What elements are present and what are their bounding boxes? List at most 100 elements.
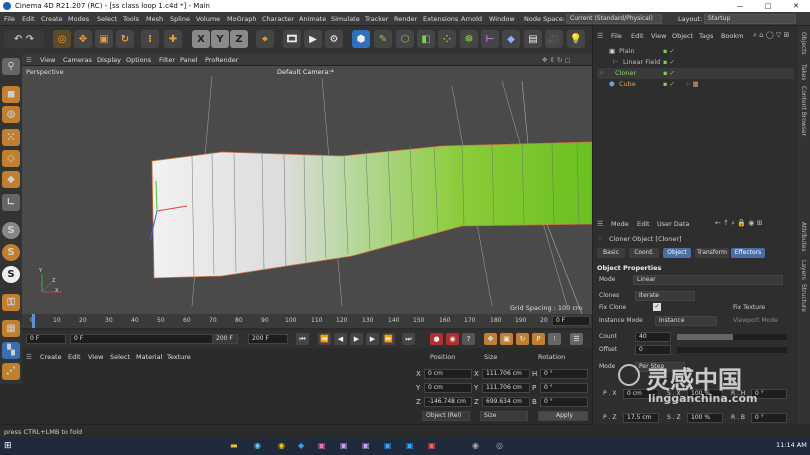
objmgr-menu-bookmarks[interactable]: Bookm — [721, 32, 744, 40]
next-key-icon[interactable]: ⏩ — [382, 333, 395, 345]
material-manager[interactable]: ☰ Create Edit View Select Material Textu… — [22, 349, 412, 423]
scene-icon[interactable]: ◆ — [502, 30, 520, 48]
texture-mode-icon[interactable]: ◍ — [2, 106, 20, 123]
object-manager[interactable]: ☰ File Edit View Object Tags Bookm ⌕ ⌂ ◯… — [592, 26, 798, 216]
clones-dropdown[interactable]: Iterate — [635, 291, 695, 301]
object-name[interactable]: Cube — [619, 79, 636, 90]
scale-tool-icon[interactable]: ▣ — [95, 30, 113, 48]
start-frame-field[interactable]: 0 F — [26, 334, 66, 344]
viewport-menu-filter[interactable]: Filter — [159, 56, 175, 64]
close-button[interactable]: ✕ — [782, 0, 810, 12]
menu-extensions[interactable]: Extensions — [423, 15, 458, 23]
object-name[interactable]: Plain — [619, 46, 635, 57]
app-icon[interactable]: ▣ — [428, 441, 436, 450]
menu-mesh[interactable]: Mesh — [146, 15, 163, 23]
instance-mode-dropdown[interactable]: Instance — [655, 316, 717, 326]
end-frame-field-2[interactable]: 200 F — [248, 334, 288, 344]
make-editable-icon[interactable]: ⚲ — [2, 58, 20, 75]
attr-nav-icons[interactable]: ← ↑ ⌕ 🔒 ◉ ⊞ — [715, 219, 762, 228]
menu-volume[interactable]: Volume — [196, 15, 220, 23]
material-menu-create[interactable]: Create — [40, 353, 62, 361]
grid-icon[interactable]: ▦ — [2, 320, 20, 337]
count-slider[interactable] — [677, 334, 787, 340]
menu-spline[interactable]: Spline — [170, 15, 190, 23]
render-region-icon[interactable]: 🎞 — [283, 30, 301, 48]
object-row-linear-field[interactable]: ⊢ Linear Field ▪ ✓ — [597, 57, 794, 68]
current-frame-field[interactable]: 0 F — [552, 316, 590, 326]
viewport-menu-panel[interactable]: Panel — [180, 56, 198, 64]
axis-mode-icon[interactable]: ∟ — [2, 194, 20, 211]
live-select-icon[interactable]: ◎ — [53, 30, 71, 48]
vscode-icon[interactable]: ◆ — [298, 441, 304, 450]
viewport-menu-view[interactable]: View — [40, 56, 55, 64]
cube-object-icon[interactable]: ⬢ — [352, 30, 370, 48]
offset-field[interactable]: 0 — [635, 345, 671, 355]
locked-workplane-icon[interactable]: ▚ — [2, 342, 20, 359]
tab-transform[interactable]: Transform — [695, 248, 729, 258]
rotation-b-field[interactable]: 0 ° — [540, 397, 588, 407]
viewport-menu-options[interactable]: Options — [126, 56, 151, 64]
tab-objects[interactable]: Objects — [800, 32, 807, 55]
render-settings-icon[interactable]: ⚙ — [325, 30, 343, 48]
playhead[interactable] — [32, 314, 35, 328]
visibility-icon[interactable]: ▪ ✓ — [663, 68, 675, 79]
misc-tool-icon[interactable]: ⋰ — [2, 363, 20, 380]
size-x-field[interactable]: 111.706 cm — [482, 369, 530, 379]
size-mode-dropdown[interactable]: Size — [480, 411, 528, 421]
tab-basic[interactable]: Basic — [597, 248, 625, 258]
position-x-field[interactable]: 0 cm — [424, 369, 472, 379]
field-icon[interactable]: ⊢ — [481, 30, 499, 48]
add-tool-icon[interactable]: ✚ — [164, 30, 182, 48]
goto-start-icon[interactable]: ⏮ — [296, 333, 309, 345]
timeline-ruler[interactable]: 0 10 20 30 40 50 60 70 80 90 100 110 120… — [22, 314, 592, 328]
y-axis-lock-icon[interactable]: Y — [211, 30, 229, 48]
objmgr-menu-tags[interactable]: Tags — [699, 32, 713, 40]
edges-mode-icon[interactable]: ◇ — [2, 150, 20, 167]
media-icon[interactable]: ◎ — [496, 441, 503, 450]
photoshop-icon[interactable]: ▣ — [384, 441, 392, 450]
step-mode-dropdown[interactable]: Per Step — [635, 362, 685, 372]
count-field[interactable]: 40 — [635, 332, 671, 342]
play-icon[interactable]: ▶ — [350, 333, 363, 345]
floor-icon[interactable]: ▤ — [524, 30, 542, 48]
menu-mograph[interactable]: MoGraph — [227, 15, 257, 23]
prev-key-icon[interactable]: ⏪ — [318, 333, 331, 345]
key-scale-icon[interactable]: ▣ — [500, 333, 513, 345]
px-field[interactable]: 0 cm — [623, 389, 659, 399]
attr-menu-edit[interactable]: Edit — [637, 220, 650, 228]
material-menu-select[interactable]: Select — [110, 353, 130, 361]
move-tool-icon[interactable]: ✥ — [74, 30, 92, 48]
attr-menu-mode[interactable]: Mode — [611, 220, 629, 228]
objmgr-menu-file[interactable]: File — [611, 32, 622, 40]
coord-mode-dropdown[interactable]: Object (Rel) — [422, 411, 470, 421]
tab-coord[interactable]: Coord. — [629, 248, 659, 258]
rotation-h-field[interactable]: 0 ° — [540, 369, 588, 379]
sz-field[interactable]: 100 % — [687, 413, 723, 423]
key-rotation-icon[interactable]: ↻ — [516, 333, 529, 345]
key-param-icon[interactable]: P — [532, 333, 545, 345]
menu-tracker[interactable]: Tracker — [365, 15, 388, 23]
object-name[interactable]: Linear Field — [623, 57, 660, 68]
viewport-3d[interactable]: Perspective Default Camera:* X Y Z Grid … — [22, 66, 592, 314]
objmgr-menu-object[interactable]: Object — [672, 32, 693, 40]
position-y-field[interactable]: 0 cm — [424, 383, 472, 393]
undo-redo-icon[interactable]: ↶ ↷ — [4, 30, 44, 48]
chrome-icon[interactable]: ◉ — [278, 441, 285, 450]
tab-structure[interactable]: Structure — [800, 284, 807, 312]
key-position-icon[interactable]: ✥ — [484, 333, 497, 345]
attr-menu-userdata[interactable]: User Data — [657, 220, 689, 228]
node-space-dropdown[interactable]: Current (Standard/Physical) — [566, 14, 662, 24]
xd-icon[interactable]: ▣ — [318, 441, 326, 450]
prev-frame-icon[interactable]: ◀ — [334, 333, 347, 345]
cinema4d-task-icon[interactable]: ◉ — [472, 441, 479, 450]
mode-dropdown[interactable]: Linear — [633, 275, 783, 285]
menu-simulate[interactable]: Simulate — [331, 15, 360, 23]
x-axis-lock-icon[interactable]: X — [192, 30, 210, 48]
deformer-icon[interactable]: ☸ — [460, 30, 478, 48]
apply-button[interactable]: Apply — [538, 411, 588, 421]
menu-animate[interactable]: Animate — [299, 15, 326, 23]
tab-content-browser[interactable]: Content Browser — [800, 86, 807, 136]
timeline-settings-icon[interactable]: ☰ — [570, 333, 583, 345]
menu-file[interactable]: File — [4, 15, 15, 23]
render-view-icon[interactable]: ▶ — [304, 30, 322, 48]
